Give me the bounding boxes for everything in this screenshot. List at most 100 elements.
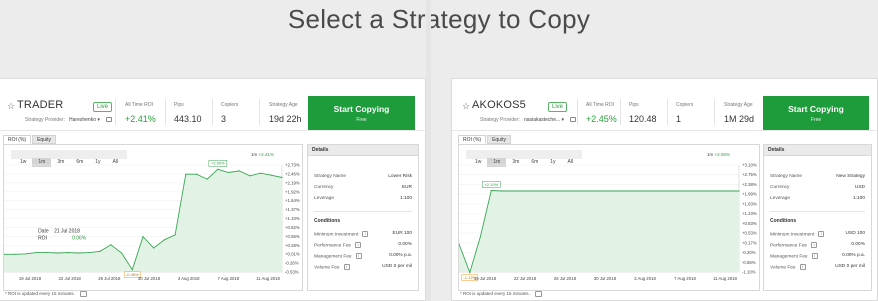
x-tick-label: 30 Jul 2018 [138,276,161,281]
condition-row: Management Fee i 0.00% p.a. [314,253,412,260]
condition-label: Performance Fee [314,243,352,249]
x-tick-label: 7 Aug 2018 [217,276,239,281]
data-point [195,173,198,175]
age-label: Strategy Age [269,102,298,108]
divider [212,99,213,125]
condition-row: Minimum Investment i USD 100 [770,231,865,238]
data-point [131,269,133,271]
info-icon[interactable] [534,291,542,297]
data-point [469,271,471,274]
roi-chart[interactable]: +2.73% +2.46% +2.19% +1.92% +1.64% +1.37% +1.1… [4,145,304,292]
y-tick-label: +2.75% [742,172,757,177]
peak-label: +2.10% [484,182,498,187]
data-point [544,190,546,192]
info-icon[interactable]: i [362,231,369,237]
detail-value: Lower Risk [388,174,412,179]
message-icon[interactable] [570,117,577,123]
provider-name[interactable]: nasiakasteche... ▾ [524,117,564,123]
pips-value: 120.48 [629,114,657,124]
tab-roi[interactable]: ROI (%) [458,135,487,144]
start-copying-button[interactable]: Start Copying Free [308,96,415,130]
data-point [641,190,643,192]
data-point [490,189,492,192]
info-icon[interactable]: i [818,231,825,237]
y-tick-label: +1.37% [285,207,300,212]
divider [620,99,621,125]
data-point [99,250,101,252]
chart-tabs: ROI (%) Equity [3,135,57,144]
footnote-text: * ROI is updated every 15 minutes. [5,291,75,297]
data-point [512,190,514,192]
tab-roi[interactable]: ROI (%) [3,135,32,144]
series-area [4,169,282,272]
start-copying-sub: Free [356,117,367,123]
data-point [46,252,48,254]
condition-label: Management Fee [770,254,808,260]
strategy-name[interactable]: TRADER [17,99,63,111]
tab-equity[interactable]: Equity [487,135,511,144]
start-copying-sub: Free [810,117,822,123]
x-tick-label: 30 Jul 2018 [594,276,617,281]
detail-label: Strategy Name [770,174,802,179]
provider-label: Strategy Provider: [25,117,66,123]
data-point [260,172,262,174]
info-icon[interactable] [79,291,87,297]
tooltip-roi-label: ROI [38,236,47,242]
detail-value: 1:100 [399,196,412,201]
divider [667,99,668,125]
star-icon[interactable]: ☆ [7,101,15,112]
start-copying-button[interactable]: Start Copying Free [763,96,869,130]
data-point [35,252,37,254]
data-point [185,173,187,175]
condition-value: USD 100 [845,231,865,236]
condition-label: Volume Fee [314,265,340,271]
info-icon[interactable]: i [799,264,806,270]
y-tick-label: +1.64% [285,198,300,203]
roi-value: +2.45% [586,114,617,124]
condition-value: 0.00% [851,242,865,247]
x-tick-label: 3 Aug 2018 [178,276,200,281]
y-tick-label: +0.17% [742,240,757,245]
info-icon[interactable]: i [343,264,350,270]
data-point [630,190,632,192]
info-icon[interactable]: i [355,253,362,259]
data-point [174,234,176,236]
strategy-provider: Strategy Provider: nasiakasteche... ▾ [480,117,577,123]
y-tick-label: +0.53% [742,231,757,236]
info-icon[interactable]: i [811,242,818,248]
y-tick-label: -0.53% [285,270,299,275]
info-icon[interactable]: i [811,253,818,259]
data-point [609,190,611,192]
card-header: ☆ TRADER Live Strategy Provider: Hareshen… [0,79,425,131]
y-tick-label: +0.83% [742,221,757,226]
pips-label: Pips [629,102,639,108]
provider-name[interactable]: Hareshenko ▾ [69,117,100,123]
data-point [619,190,622,192]
tab-equity[interactable]: Equity [32,135,56,144]
x-tick-label: 26 Jul 2018 [554,276,577,281]
y-tick-label: +0.01% [285,252,300,257]
detail-label: Leverage [770,196,791,201]
roi-label: All Time ROI [125,102,154,108]
info-icon[interactable]: i [355,242,362,248]
y-tick-label: -1.10% [742,270,756,275]
star-icon[interactable]: ☆ [462,101,470,112]
age-value: 1M 29d [724,114,755,124]
detail-label: Leverage [314,196,335,201]
message-icon[interactable] [105,117,112,123]
detail-row: Currency USD [770,185,865,192]
x-tick-label: 22 Jul 2018 [514,276,537,281]
roi-chart[interactable]: +3.10% +2.75% +2.38% +1.99% +1.63% +1.23% +0.8… [459,145,761,292]
data-point [153,247,155,249]
condition-label: Management Fee [314,254,352,260]
data-point [270,174,272,176]
data-point [249,175,251,177]
strategy-name[interactable]: AKOKOS5 [472,99,526,111]
condition-value: 0.00% p.a. [389,253,412,258]
divider [115,99,116,125]
footnote-text: * ROI is updated every 15 minutes. [460,291,530,297]
x-tick-label: 19 Jul 2018 [19,276,42,281]
copiers-value: 3 [221,114,227,124]
divider [770,211,865,212]
data-point [163,239,165,241]
